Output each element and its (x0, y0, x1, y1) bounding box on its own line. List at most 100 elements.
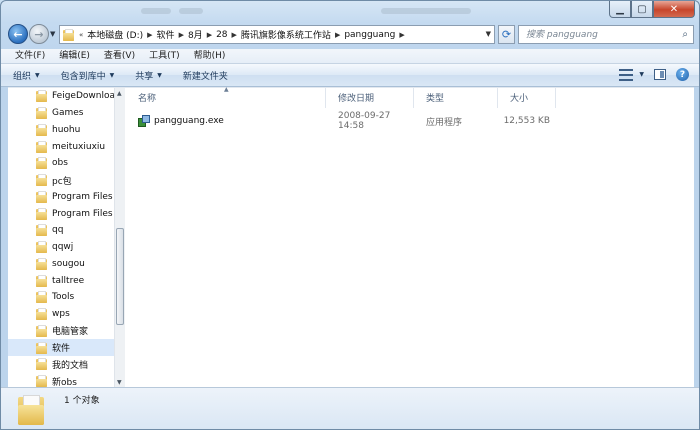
breadcrumb-arrow-icon[interactable]: ▶ (207, 31, 212, 39)
blurred-title-fragment (179, 8, 203, 14)
tree-item-label: talltree (52, 275, 85, 286)
include-library-button[interactable]: 包含到库中 ▼ (61, 69, 115, 82)
breadcrumb-arrow-icon[interactable]: ▶ (232, 31, 237, 39)
tree-item[interactable]: 我的文档 (8, 356, 124, 373)
menu-item[interactable]: 编辑(E) (52, 49, 97, 63)
tree-item-label: 软件 (52, 344, 71, 355)
explorer-window: ▁ ▢ ✕ ← → ▼ « 本地磁盘 (D:) ▶ 软件 ▶ 8月 ▶ 28 ▶ 腾讯旗影像系统… (0, 0, 700, 430)
blurred-title-fragment (381, 8, 471, 14)
new-folder-button[interactable]: 新建文件夹 (183, 69, 228, 82)
tree-item[interactable]: sougou (8, 256, 124, 273)
tree-item[interactable]: 电脑管家 (8, 323, 124, 340)
column-header-row: ▲ 名称 修改日期 类型 大小 (126, 86, 694, 108)
chevron-down-icon: ▼ (639, 71, 644, 78)
breadcrumb-segment[interactable]: 腾讯旗影像系统工作站 (241, 28, 331, 41)
search-icon[interactable]: ⌕ (682, 29, 688, 40)
tree-item[interactable]: qq (8, 222, 124, 239)
breadcrumb-segment[interactable]: 本地磁盘 (D:) (87, 28, 143, 41)
tree-item[interactable]: wps (8, 306, 124, 323)
navigation-bar: ← → ▼ « 本地磁盘 (D:) ▶ 软件 ▶ 8月 ▶ 28 ▶ 腾讯旗影像系统工作站 ▶ pa… (1, 23, 699, 47)
tree-item-label: meituxiuxiu (52, 141, 106, 152)
application-icon (138, 115, 150, 127)
preview-pane-icon[interactable] (654, 69, 666, 80)
maximize-button[interactable]: ▢ (631, 1, 653, 18)
folder-icon (63, 28, 74, 41)
breadcrumb-arrow-icon[interactable]: ▶ (335, 31, 340, 39)
change-view-button[interactable]: ▼ (619, 68, 644, 81)
address-bar[interactable]: « 本地磁盘 (D:) ▶ 软件 ▶ 8月 ▶ 28 ▶ 腾讯旗影像系统工作站 ▶ pangguan… (59, 25, 495, 44)
back-button[interactable]: ← (8, 24, 28, 44)
title-bar[interactable]: ▁ ▢ ✕ (1, 1, 699, 21)
tree-item[interactable]: FeigeDownloa (8, 88, 124, 105)
file-name: pangguang.exe (154, 116, 224, 126)
item-count: 1 个对象 (64, 396, 100, 406)
chevron-down-icon: ▼ (35, 71, 40, 79)
close-button[interactable]: ✕ (653, 1, 695, 18)
scroll-up-icon[interactable]: ▲ (117, 90, 122, 97)
refresh-button[interactable]: ⟳ (498, 25, 515, 44)
arrow-right-icon: → (34, 27, 44, 41)
tree-scrollbar[interactable]: ▲ ▼ (114, 88, 125, 388)
breadcrumb-arrow-icon[interactable]: ▶ (399, 31, 404, 39)
tree-item[interactable]: pc包 (8, 172, 124, 189)
tree-item[interactable]: talltree (8, 272, 124, 289)
address-dropdown-icon[interactable]: ▼ (486, 30, 491, 38)
tree-item-label: 电脑管家 (52, 327, 89, 338)
column-header-modified[interactable]: 修改日期 (326, 88, 414, 108)
tree-item[interactable]: Games (8, 105, 124, 122)
search-input[interactable] (524, 28, 668, 41)
file-size: 12,553 KB (503, 116, 550, 126)
organize-button[interactable]: 组织 ▼ (13, 69, 40, 82)
search-box[interactable]: ⌕ (518, 25, 694, 44)
menu-bar: 文件(F) 编辑(E) 查看(V) 工具(T) 帮助(H) (1, 49, 699, 64)
column-header-label: 类型 (426, 94, 445, 104)
column-header-name[interactable]: ▲ 名称 (126, 86, 326, 108)
menu-item[interactable]: 工具(T) (142, 49, 187, 63)
tree-item-label: FeigeDownloa (52, 91, 115, 102)
tree-item-label: qqwj (52, 242, 74, 253)
tree-item-label: pc包 (52, 176, 72, 187)
tree-item[interactable]: obs (8, 155, 124, 172)
menu-item[interactable]: 帮助(H) (187, 49, 233, 63)
column-header-type[interactable]: 类型 (414, 88, 498, 108)
minimize-button[interactable]: ▁ (609, 1, 631, 18)
breadcrumb-segment[interactable]: pangguang (344, 30, 395, 40)
menu-item[interactable]: 文件(F) (8, 49, 52, 63)
breadcrumb-segment[interactable]: 8月 (188, 28, 203, 41)
share-button[interactable]: 共享 ▼ (135, 69, 162, 82)
folder-icon (36, 341, 47, 354)
tree-item-label: 我的文档 (52, 360, 89, 371)
new-folder-label: 新建文件夹 (182, 71, 228, 82)
tree-item[interactable]: qqwj (8, 239, 124, 256)
maximize-icon: ▢ (637, 3, 647, 15)
share-label: 共享 (135, 71, 154, 82)
tree-item[interactable]: Program Files (8, 205, 124, 222)
tree-item[interactable]: 软件 (8, 339, 124, 356)
file-row[interactable]: pangguang.exe 2008-09-27 14:58 应用程序 12,5… (126, 111, 694, 131)
scroll-down-icon[interactable]: ▼ (117, 379, 122, 386)
tree-item[interactable]: Tools (8, 289, 124, 306)
breadcrumb-segment[interactable]: 软件 (157, 28, 175, 41)
tree-item[interactable]: Program Files (8, 189, 124, 206)
breadcrumb-arrow-icon[interactable]: ▶ (179, 31, 184, 39)
blurred-title-fragment (141, 8, 171, 14)
window-controls: ▁ ▢ ✕ (609, 1, 695, 18)
file-type: 应用程序 (426, 117, 463, 128)
include-library-label: 包含到库中 (60, 71, 106, 82)
tree-item[interactable]: 新obs (8, 373, 124, 388)
recent-pages-dropdown[interactable]: ▼ (50, 30, 55, 38)
scrollbar-thumb[interactable] (116, 228, 124, 325)
folder-icon (36, 274, 47, 287)
breadcrumb-arrow-icon[interactable]: ▶ (147, 31, 152, 39)
column-header-size[interactable]: 大小 (498, 88, 556, 108)
menu-item[interactable]: 查看(V) (97, 49, 142, 63)
tree-item[interactable]: meituxiuxiu (8, 138, 124, 155)
help-icon[interactable]: ? (676, 68, 689, 81)
chevron-down-icon: ▼ (109, 71, 115, 79)
folder-icon (36, 375, 47, 388)
tree-item[interactable]: huohu (8, 122, 124, 139)
breadcrumb-segment[interactable]: 28 (216, 30, 227, 40)
tree-item-label: Program Files (52, 191, 113, 202)
forward-button[interactable]: → (29, 24, 49, 44)
breadcrumb-overflow[interactable]: « (79, 31, 83, 39)
